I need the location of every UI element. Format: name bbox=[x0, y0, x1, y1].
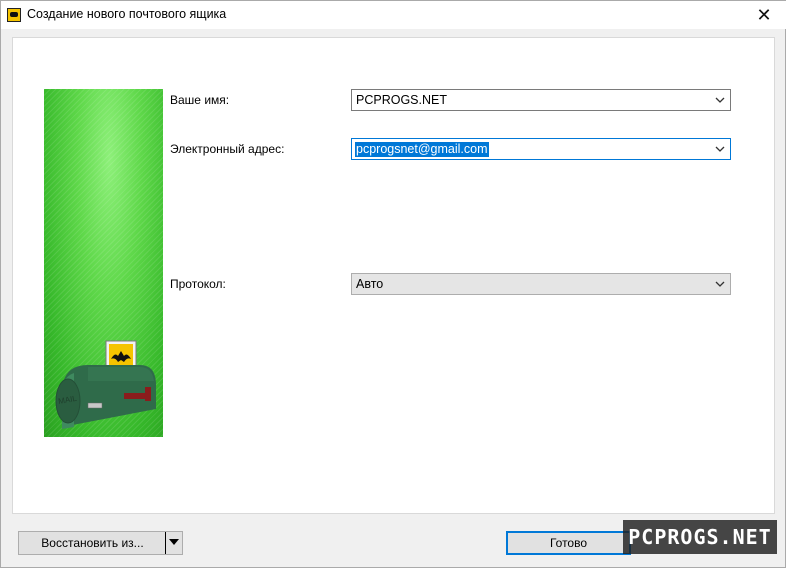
split-button-divider bbox=[165, 532, 166, 554]
protocol-label: Протокол: bbox=[170, 277, 226, 291]
bat-app-icon bbox=[7, 8, 21, 22]
chevron-down-icon[interactable] bbox=[713, 93, 727, 107]
email-combobox[interactable]: pcprogsnet@gmail.com bbox=[351, 138, 731, 160]
restore-from-button-label[interactable]: Восстановить из... bbox=[19, 532, 166, 554]
protocol-dropdown[interactable]: Авто bbox=[351, 273, 731, 295]
email-label: Электронный адрес: bbox=[170, 142, 285, 156]
name-label: Ваше имя: bbox=[170, 93, 230, 107]
window-title: Создание нового почтового ящика bbox=[27, 7, 227, 21]
dialog-window: Создание нового почтового ящика ✕ MAIL В… bbox=[0, 0, 786, 568]
chevron-down-icon[interactable] bbox=[713, 142, 727, 156]
close-button[interactable]: ✕ bbox=[741, 1, 786, 29]
name-value[interactable]: PCPROGS.NET bbox=[355, 93, 448, 108]
protocol-value[interactable]: Авто bbox=[355, 277, 384, 292]
watermark-overlay: PCPROGS.NET bbox=[623, 520, 777, 554]
title-bar[interactable]: Создание нового почтового ящика ✕ bbox=[1, 1, 786, 29]
chevron-down-icon[interactable] bbox=[713, 277, 727, 291]
dropdown-arrow-icon[interactable] bbox=[169, 539, 179, 545]
mailbox-with-bat-stamp-icon: MAIL bbox=[55, 340, 156, 429]
name-combobox[interactable]: PCPROGS.NET bbox=[351, 89, 731, 111]
done-button[interactable]: Готово bbox=[506, 531, 631, 555]
wizard-banner: MAIL bbox=[44, 89, 163, 437]
email-value[interactable]: pcprogsnet@gmail.com bbox=[355, 142, 489, 157]
restore-from-split-button[interactable]: Восстановить из... bbox=[18, 531, 183, 555]
